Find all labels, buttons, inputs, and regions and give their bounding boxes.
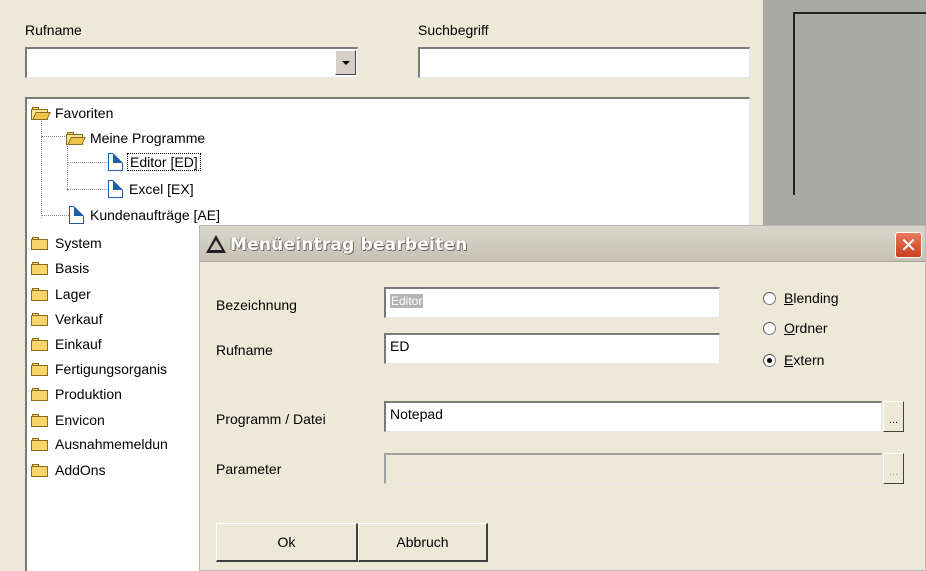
ok-button-label: Ok	[277, 534, 296, 550]
dialog-title: Menüeintrag bearbeiten	[230, 235, 468, 255]
tree-node-label: System	[55, 234, 102, 251]
tree-node-folder[interactable]: Fertigungsorganis	[31, 359, 169, 378]
tree-node-label: Ausnahmemeldun	[55, 435, 168, 452]
programm-label: Programm / Datei	[216, 411, 326, 427]
tree-node-excel[interactable]: Excel [EX]	[108, 179, 196, 198]
bezeichnung-label: Bezeichnung	[216, 297, 297, 313]
tree-node-folder[interactable]: Einkauf	[31, 334, 104, 353]
rufname-combobox[interactable]	[25, 47, 358, 78]
close-icon: ✕	[900, 233, 917, 257]
tree-node-label: Fertigungsorganis	[55, 360, 168, 377]
tree-node-folder[interactable]: Ausnahmemeldun	[31, 434, 170, 453]
radio-extern[interactable]: Extern	[763, 352, 824, 368]
bezeichnung-value: Editor	[390, 294, 424, 308]
rufname-label: Rufname	[25, 22, 82, 38]
tree-node-folder[interactable]: Lager	[31, 284, 93, 303]
document-icon	[108, 152, 123, 171]
tree-node-label: Lager	[55, 285, 91, 302]
tree-node-folder[interactable]: Verkauf	[31, 309, 104, 328]
tree-node-folder[interactable]: Envicon	[31, 410, 107, 429]
folder-open-icon	[66, 131, 86, 145]
tree-node-meine-programme[interactable]: Meine Programme	[66, 128, 207, 147]
tree-connector	[41, 215, 71, 216]
programm-input[interactable]: Notepad	[384, 401, 882, 432]
tree-node-label: Editor [ED]	[127, 152, 201, 171]
document-icon	[69, 205, 84, 224]
tree-node-label: Favoriten	[55, 104, 114, 121]
ellipsis-label: ...	[888, 466, 899, 478]
tree-node-label: Meine Programme	[90, 129, 206, 146]
radio-label: Extern	[784, 352, 825, 368]
chevron-down-icon	[341, 60, 350, 65]
folder-icon	[31, 337, 49, 351]
folder-icon	[31, 312, 49, 326]
browse-parameter-button[interactable]: ...	[883, 453, 904, 484]
tree-node-label: Produktion	[55, 385, 122, 402]
tree-node-label: Einkauf	[55, 335, 102, 352]
parameter-label: Parameter	[216, 461, 282, 477]
folder-icon	[31, 463, 49, 477]
rufname-dropdown-button[interactable]	[335, 50, 356, 75]
cancel-button-label: Abbruch	[396, 534, 449, 550]
folder-icon	[31, 437, 49, 451]
suchbegriff-input[interactable]	[418, 47, 750, 78]
tree-node-label: Envicon	[55, 411, 105, 428]
radio-circle	[763, 291, 776, 305]
tree-node-label: Kundenaufträge [AE]	[90, 206, 220, 223]
folder-icon	[31, 362, 49, 376]
browse-program-button[interactable]: ...	[883, 401, 904, 432]
folder-icon	[31, 287, 49, 301]
ok-button[interactable]: Ok	[216, 523, 358, 562]
radio-circle	[763, 321, 776, 335]
tree-node-label: Verkauf	[55, 310, 103, 327]
folder-icon	[31, 236, 49, 250]
close-button[interactable]: ✕	[895, 232, 922, 258]
warning-triangle-icon	[206, 235, 226, 253]
tree-node-folder[interactable]: Produktion	[31, 384, 124, 403]
ellipsis-label: ...	[888, 414, 899, 426]
radio-circle-selected	[763, 353, 776, 367]
tree-connector	[67, 162, 107, 163]
tree-node-label: AddOns	[55, 461, 106, 478]
tree-connector	[41, 118, 42, 218]
rufname-value: ED	[390, 338, 410, 354]
radio-label: Ordner	[784, 320, 828, 336]
radio-blending[interactable]: Blending	[763, 290, 839, 306]
programm-value: Notepad	[390, 406, 443, 422]
bezeichnung-input[interactable]: Editor	[384, 287, 720, 318]
tree-node-folder[interactable]: System	[31, 233, 104, 252]
tree-node-kundenauftraege[interactable]: Kundenaufträge [AE]	[69, 205, 222, 224]
folder-icon	[31, 261, 49, 275]
radio-ordner[interactable]: Ordner	[763, 320, 828, 336]
folder-icon	[31, 387, 49, 401]
tree-node-favoriten[interactable]: Favoriten	[31, 103, 115, 122]
tree-node-editor[interactable]: Editor [ED]	[108, 152, 201, 171]
document-icon	[108, 179, 123, 198]
suchbegriff-label: Suchbegriff	[418, 22, 489, 38]
tree-connector	[67, 144, 68, 191]
parameter-input[interactable]	[384, 453, 882, 484]
radio-label: Blending	[784, 290, 839, 306]
edit-menu-entry-dialog: Menüeintrag bearbeiten ✕ Bezeichnung Edi…	[199, 225, 926, 571]
folder-icon	[31, 413, 49, 427]
rufname-input[interactable]: ED	[384, 333, 720, 364]
tree-connector	[67, 189, 107, 190]
dialog-titlebar[interactable]: Menüeintrag bearbeiten ✕	[200, 226, 925, 262]
tree-connector	[41, 136, 65, 137]
tree-node-folder[interactable]: AddOns	[31, 460, 108, 479]
folder-open-icon	[31, 106, 51, 120]
tree-node-label: Excel [EX]	[129, 180, 194, 197]
left-window-edge	[0, 0, 10, 571]
rufname-label: Rufname	[216, 342, 273, 358]
cancel-button[interactable]: Abbruch	[358, 523, 488, 562]
tree-node-folder[interactable]: Basis	[31, 258, 91, 277]
background-window	[793, 12, 926, 195]
tree-node-label: Basis	[55, 259, 90, 276]
